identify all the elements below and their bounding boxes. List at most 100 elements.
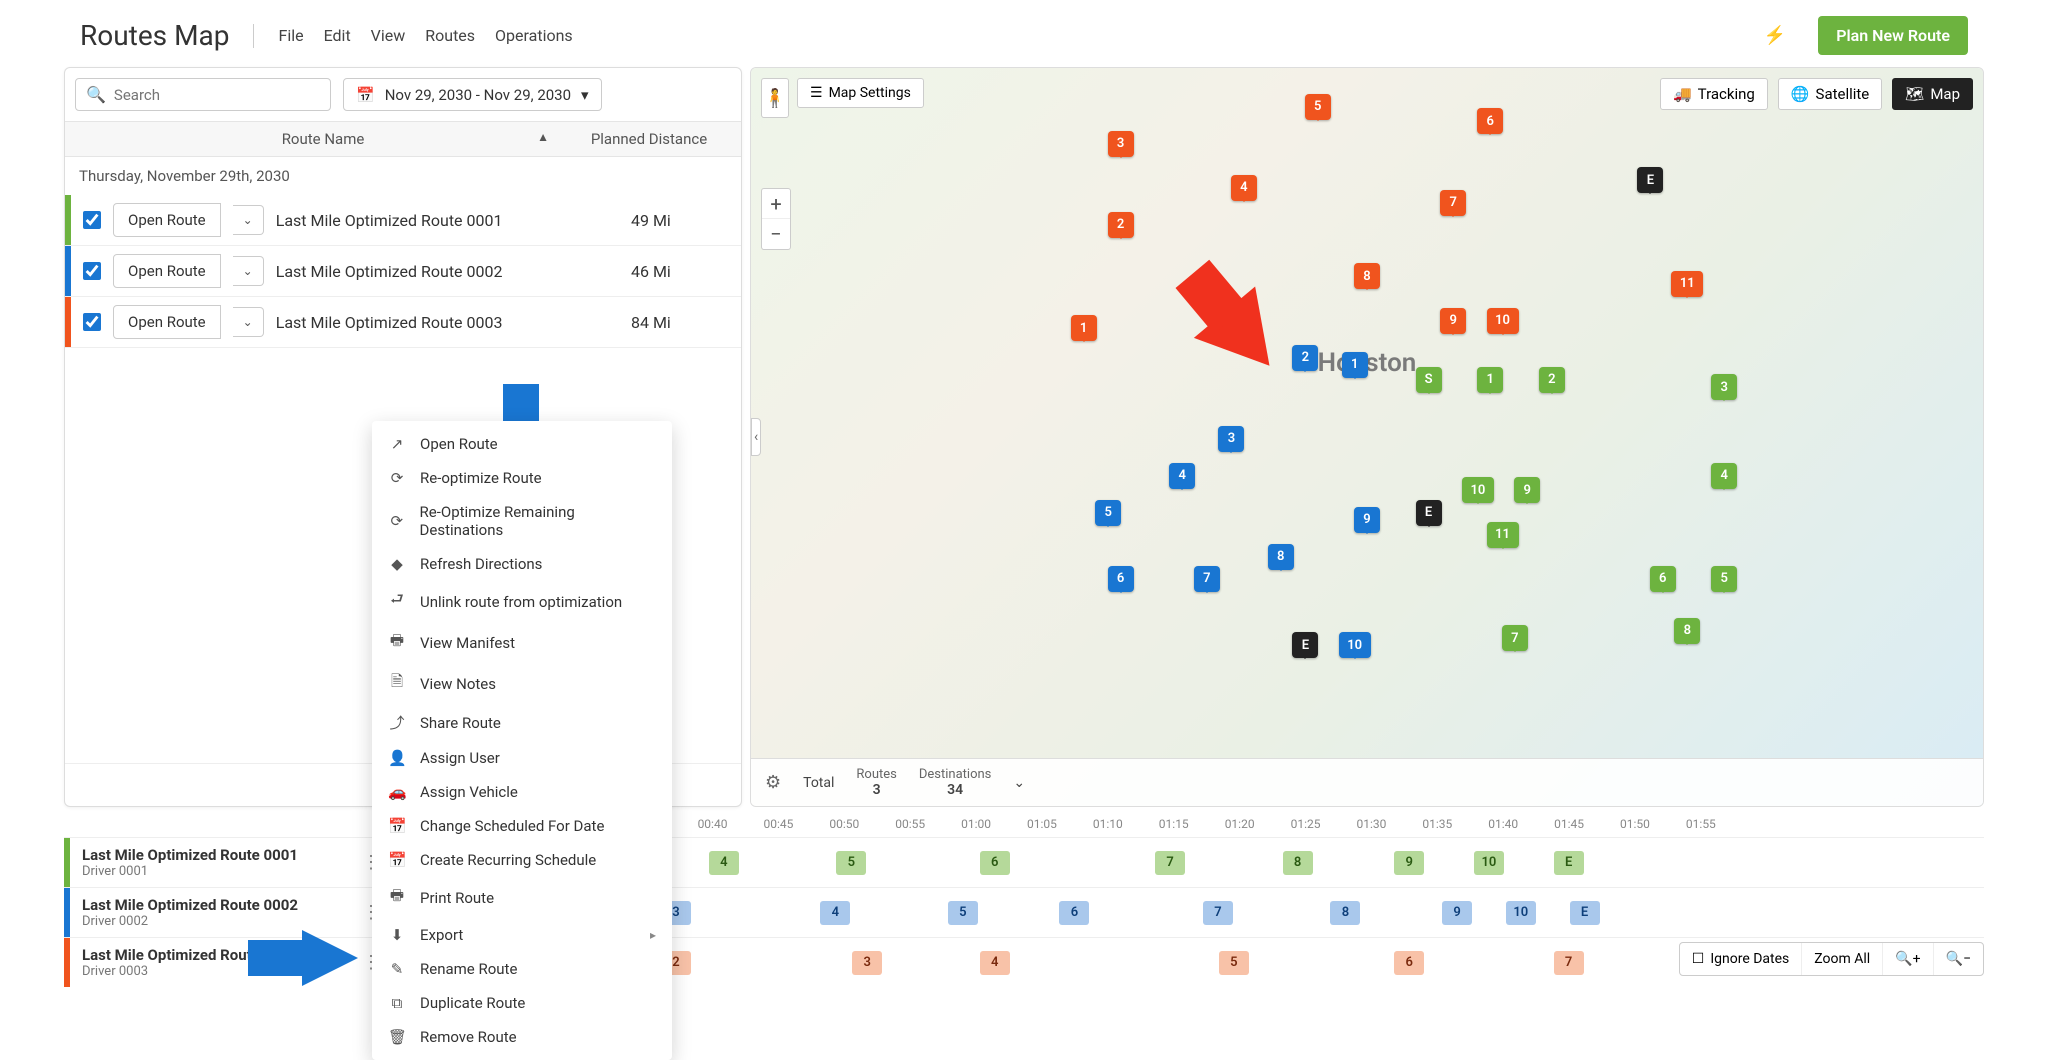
map-pin[interactable]: 10 — [1487, 308, 1519, 334]
context-menu-item[interactable]: 👤Assign User — [372, 741, 672, 775]
timeline-stop[interactable]: 9 — [1394, 851, 1424, 875]
timeline-stop[interactable]: 7 — [1554, 951, 1584, 975]
map-pin[interactable]: E — [1416, 500, 1442, 526]
map-view-toggle[interactable]: 🗺Map — [1892, 78, 1973, 110]
map-settings-button[interactable]: ☰ Map Settings — [797, 78, 924, 108]
context-menu-item[interactable]: ✎Rename Route — [372, 952, 672, 986]
timeline-stop[interactable]: 10 — [1506, 901, 1536, 925]
sort-asc-icon[interactable]: ▲ — [537, 130, 549, 144]
map-pin[interactable]: 10 — [1339, 632, 1371, 658]
map-pin[interactable]: 4 — [1169, 463, 1195, 489]
map-pin[interactable]: 5 — [1095, 500, 1121, 526]
context-menu-item[interactable]: 📅Change Scheduled For Date — [372, 809, 672, 843]
timeline-stop[interactable]: 6 — [1059, 901, 1089, 925]
timeline-stop[interactable]: 8 — [1330, 901, 1360, 925]
zoom-control[interactable]: + − — [761, 188, 791, 250]
timeline-zoom-in[interactable]: 🔍+ — [1883, 943, 1933, 975]
timeline-stop[interactable]: 5 — [1219, 951, 1249, 975]
menu-file[interactable]: File — [278, 26, 303, 45]
route-checkbox[interactable] — [83, 313, 101, 331]
open-route-button[interactable]: Open Route — [113, 203, 221, 237]
tracking-toggle[interactable]: 🚚Tracking — [1660, 78, 1768, 110]
context-menu-item[interactable]: 🗑Remove Route — [372, 1020, 672, 1054]
satellite-toggle[interactable]: 🌐Satellite — [1778, 78, 1882, 110]
map-pin[interactable]: S — [1416, 367, 1442, 393]
route-checkbox[interactable] — [83, 211, 101, 229]
bolt-icon[interactable]: ⚡ — [1764, 25, 1786, 46]
route-row[interactable]: Open Route ⌄ Last Mile Optimized Route 0… — [65, 246, 741, 297]
search-input[interactable] — [114, 86, 320, 104]
map-pin[interactable]: 7 — [1440, 190, 1466, 216]
map-pin[interactable]: E — [1637, 167, 1663, 193]
menu-operations[interactable]: Operations — [495, 26, 573, 45]
ignore-dates-toggle[interactable]: ☐Ignore Dates — [1680, 943, 1803, 975]
chevron-down-icon[interactable]: ⌄ — [1013, 775, 1025, 791]
timeline-stop[interactable]: E — [1570, 901, 1600, 925]
col-route-name[interactable]: Route Name — [282, 130, 365, 148]
context-menu-item[interactable]: 🗎View Notes — [372, 663, 672, 704]
zoom-in-button[interactable]: + — [762, 189, 790, 219]
timeline-stop[interactable]: 7 — [1155, 851, 1185, 875]
route-menu-button[interactable]: ⌄ — [233, 205, 264, 235]
map-pin[interactable]: 3 — [1218, 426, 1244, 452]
open-route-button[interactable]: Open Route — [113, 254, 221, 288]
context-menu-item[interactable]: ◆Refresh Directions — [372, 547, 672, 581]
col-planned-distance[interactable]: Planned Distance — [569, 130, 729, 148]
pegman-icon[interactable]: 🧍 — [761, 78, 789, 118]
map-pin[interactable]: 1 — [1342, 352, 1368, 378]
timeline-zoom-out[interactable]: 🔍− — [1934, 943, 1983, 975]
map-pin[interactable]: 2 — [1539, 367, 1565, 393]
context-menu-item[interactable]: 🖶Print Route — [372, 877, 672, 918]
map-pin[interactable]: E — [1292, 632, 1318, 658]
context-menu-item[interactable]: ⮐Unlink route from optimization — [372, 581, 672, 622]
menu-view[interactable]: View — [371, 26, 406, 45]
map-pin[interactable]: 3 — [1108, 131, 1134, 157]
map-pin[interactable]: 7 — [1502, 625, 1528, 651]
menu-routes[interactable]: Routes — [425, 26, 475, 45]
map-pin[interactable]: 8 — [1674, 618, 1700, 644]
map-pin[interactable]: 2 — [1108, 212, 1134, 238]
map[interactable]: Houston 🧍 ☰ Map Settings + − 🚚Tracking 🌐… — [750, 67, 1984, 807]
timeline-stop[interactable]: 10 — [1474, 851, 1504, 875]
menu-edit[interactable]: Edit — [324, 26, 351, 45]
map-pin[interactable]: 5 — [1711, 566, 1737, 592]
plan-new-route-button[interactable]: Plan New Route — [1818, 16, 1968, 55]
context-menu-item[interactable]: ⬇Export▸ — [372, 918, 672, 952]
map-pin[interactable]: 1 — [1477, 367, 1503, 393]
context-menu-item[interactable]: ↗Open Route — [372, 427, 672, 461]
map-pin[interactable]: 9 — [1514, 477, 1540, 503]
context-menu-item[interactable]: ⧉Duplicate Route — [372, 986, 672, 1020]
collapse-handle[interactable]: ‹ — [751, 418, 761, 456]
timeline-stop[interactable]: 5 — [836, 851, 866, 875]
map-pin[interactable]: 4 — [1231, 175, 1257, 201]
context-menu-item[interactable]: ⟳Re-optimize Route — [372, 461, 672, 495]
context-menu-item[interactable]: ⤴Share Route — [372, 704, 672, 741]
map-pin[interactable]: 6 — [1477, 108, 1503, 134]
timeline-stop[interactable]: 4 — [709, 851, 739, 875]
context-menu-item[interactable]: 📅Create Recurring Schedule — [372, 843, 672, 877]
timeline-stop[interactable]: E — [1554, 851, 1584, 875]
timeline-stop[interactable]: 6 — [980, 851, 1010, 875]
map-pin[interactable]: 6 — [1650, 566, 1676, 592]
map-pin[interactable]: 9 — [1354, 507, 1380, 533]
map-pin[interactable]: 3 — [1711, 374, 1737, 400]
map-pin[interactable]: 5 — [1305, 94, 1331, 120]
route-checkbox[interactable] — [83, 262, 101, 280]
map-pin[interactable]: 4 — [1711, 463, 1737, 489]
timeline-stop[interactable]: 8 — [1283, 851, 1313, 875]
map-pin[interactable]: 6 — [1108, 566, 1134, 592]
map-pin[interactable]: 8 — [1354, 263, 1380, 289]
timeline-stop[interactable]: 7 — [1203, 901, 1233, 925]
map-pin[interactable]: 11 — [1487, 522, 1519, 548]
map-pin[interactable]: 2 — [1292, 345, 1318, 371]
route-menu-button[interactable]: ⌄ — [233, 307, 264, 337]
search-input-wrap[interactable]: 🔍 — [75, 78, 331, 111]
route-row[interactable]: Open Route ⌄ Last Mile Optimized Route 0… — [65, 195, 741, 246]
context-menu-item[interactable]: ⟳Re-Optimize Remaining Destinations — [372, 495, 672, 547]
context-menu-item[interactable]: 🖶View Manifest — [372, 622, 672, 663]
timeline-stop[interactable]: 6 — [1394, 951, 1424, 975]
open-route-button[interactable]: Open Route — [113, 305, 221, 339]
date-range-picker[interactable]: 📅 Nov 29, 2030 - Nov 29, 2030 ▾ — [343, 78, 602, 111]
gear-icon[interactable]: ⚙ — [765, 772, 781, 793]
timeline-stop[interactable]: 9 — [1442, 901, 1472, 925]
